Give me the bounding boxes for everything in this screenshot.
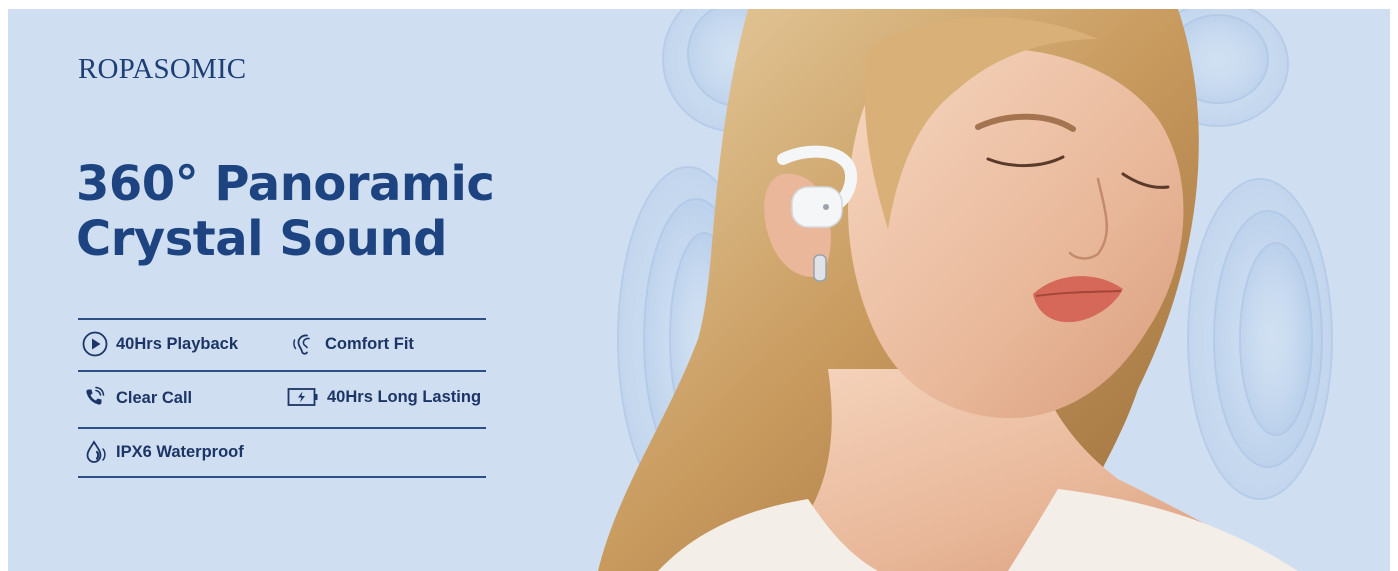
feature-comfort-fit: Comfort Fit — [291, 331, 414, 357]
feature-waterproof: IPX6 Waterproof — [82, 439, 244, 465]
feature-label: 40Hrs Long Lasting — [327, 387, 482, 406]
feature-label: IPX6 Waterproof — [116, 442, 244, 461]
headline-line-1: 360° Panoramic — [76, 156, 495, 212]
divider — [78, 427, 486, 429]
brand-logo: ROPASOMIC — [78, 53, 247, 85]
earring — [813, 254, 827, 282]
divider-bottom — [78, 476, 486, 478]
feature-playback: 40Hrs Playback — [82, 331, 238, 357]
headline: 360° Panoramic Crystal Sound — [76, 156, 495, 267]
feature-label: Comfort Fit — [325, 334, 414, 353]
phone-call-icon — [86, 386, 105, 405]
water-drop-icon — [86, 440, 106, 463]
divider — [78, 370, 486, 372]
feature-label: Clear Call — [116, 388, 193, 407]
feature-label: 40Hrs Playback — [116, 334, 239, 353]
feature-long-lasting: 40Hrs Long Lasting — [287, 385, 481, 409]
feature-clear-call: Clear Call — [82, 385, 192, 411]
product-banner: ROPASOMIC 360° Panoramic Crystal Sound 4… — [8, 9, 1390, 571]
sound-wave-right — [1187, 178, 1333, 500]
model-photo — [598, 9, 1333, 571]
play-circle-icon — [82, 331, 108, 357]
battery-charge-icon — [287, 388, 318, 406]
divider-top — [78, 318, 486, 320]
headline-line-2: Crystal Sound — [76, 211, 448, 267]
ear-icon — [293, 334, 310, 355]
